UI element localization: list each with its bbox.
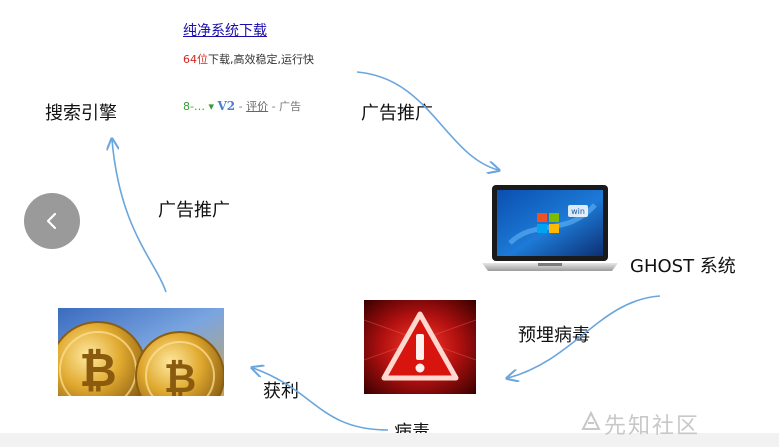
laptop-image: win bbox=[482, 185, 618, 271]
chevron-left-icon bbox=[46, 212, 57, 230]
arrow-search-to-laptop bbox=[356, 71, 498, 170]
watermark-text: 先知社区 bbox=[604, 414, 701, 439]
arrow-ghost-to-alert bbox=[508, 295, 661, 378]
svg-text:₿: ₿ bbox=[79, 343, 117, 396]
watermark-logo-icon bbox=[581, 410, 601, 430]
arrow-coins-to-search bbox=[112, 140, 167, 293]
bitcoin-coins-image: ₿ ₿ bbox=[58, 308, 224, 396]
virus-alert-image bbox=[364, 300, 476, 394]
svg-text:win: win bbox=[571, 207, 585, 216]
prev-slide-button[interactable] bbox=[24, 193, 80, 249]
svg-text:₿: ₿ bbox=[164, 356, 197, 396]
